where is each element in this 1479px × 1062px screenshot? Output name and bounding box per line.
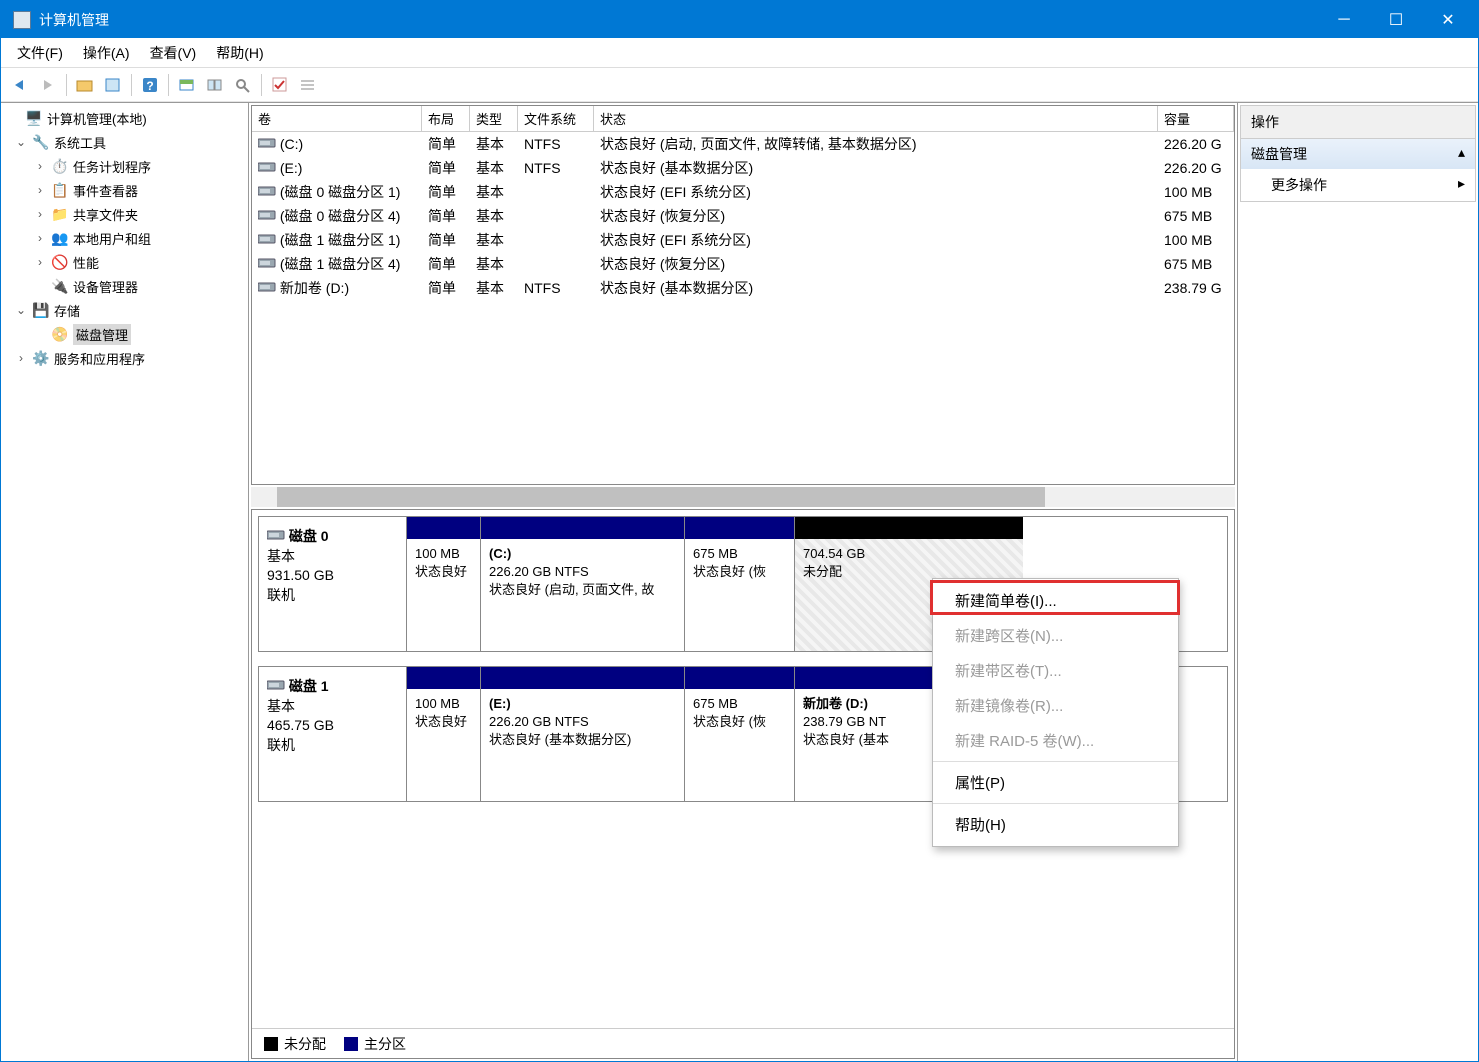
menu-properties[interactable]: 属性(P) — [933, 765, 1178, 800]
back-button[interactable] — [7, 72, 33, 98]
menu-view[interactable]: 查看(V) — [140, 40, 207, 66]
menu-action[interactable]: 操作(A) — [73, 40, 140, 66]
volume-list-header: 卷 布局 类型 文件系统 状态 容量 — [252, 106, 1234, 132]
tree-local-users[interactable]: ›👥本地用户和组 — [3, 226, 246, 250]
menu-new-striped-volume: 新建带区卷(T)... — [933, 653, 1178, 688]
titlebar: 计算机管理 ─ ☐ ✕ — [1, 1, 1478, 38]
drive-icon — [258, 185, 276, 197]
window-title: 计算机管理 — [39, 10, 1318, 30]
tree-shared-folders[interactable]: ›📁共享文件夹 — [3, 202, 246, 226]
app-icon — [13, 11, 31, 29]
actions-panel: 操作 磁盘管理▴ 更多操作▸ — [1238, 103, 1478, 1061]
drive-icon — [258, 281, 276, 293]
close-button[interactable]: ✕ — [1422, 1, 1474, 38]
menu-help[interactable]: 帮助(H) — [933, 807, 1178, 842]
tree-task-scheduler[interactable]: ›⏱️任务计划程序 — [3, 154, 246, 178]
tree-performance[interactable]: ›🚫性能 — [3, 250, 246, 274]
menu-help[interactable]: 帮助(H) — [206, 40, 273, 66]
drive-icon — [267, 678, 285, 694]
partition[interactable]: 675 MB状态良好 (恢 — [685, 667, 795, 801]
col-filesystem[interactable]: 文件系统 — [518, 106, 594, 131]
col-capacity[interactable]: 容量 — [1158, 106, 1234, 131]
body: 🖥️计算机管理(本地) ⌄🔧系统工具 ›⏱️任务计划程序 ›📋事件查看器 ›📁共… — [1, 102, 1478, 1061]
list-icon[interactable] — [295, 72, 321, 98]
volume-row[interactable]: (E:)简单基本NTFS状态良好 (基本数据分区)226.20 G — [252, 156, 1234, 180]
col-status[interactable]: 状态 — [594, 106, 1158, 131]
menubar: 文件(F) 操作(A) 查看(V) 帮助(H) — [1, 38, 1478, 68]
drive-icon — [258, 209, 276, 221]
maximize-button[interactable]: ☐ — [1370, 1, 1422, 38]
volume-row[interactable]: (磁盘 0 磁盘分区 1)简单基本状态良好 (EFI 系统分区)100 MB — [252, 180, 1234, 204]
svg-text:?: ? — [146, 79, 153, 93]
menu-file[interactable]: 文件(F) — [7, 40, 73, 66]
drive-icon — [258, 161, 276, 173]
view1-icon[interactable] — [174, 72, 200, 98]
folder-icon[interactable] — [72, 72, 98, 98]
partition[interactable]: (E:)226.20 GB NTFS状态良好 (基本数据分区) — [481, 667, 685, 801]
volume-row[interactable]: (磁盘 1 磁盘分区 1)简单基本状态良好 (EFI 系统分区)100 MB — [252, 228, 1234, 252]
search-icon[interactable] — [230, 72, 256, 98]
tree-services-apps[interactable]: ›⚙️服务和应用程序 — [3, 346, 246, 370]
menu-new-mirrored-volume: 新建镜像卷(R)... — [933, 688, 1178, 723]
volume-row[interactable]: (C:)简单基本NTFS状态良好 (启动, 页面文件, 故障转储, 基本数据分区… — [252, 132, 1234, 156]
disk-info[interactable]: 磁盘 1基本465.75 GB联机 — [258, 666, 406, 802]
help-icon[interactable]: ? — [137, 72, 163, 98]
tree-event-viewer[interactable]: ›📋事件查看器 — [3, 178, 246, 202]
menu-new-simple-volume[interactable]: 新建简单卷(I)... — [933, 583, 1178, 618]
partition[interactable]: 100 MB状态良好 — [407, 667, 481, 801]
actions-more[interactable]: 更多操作▸ — [1240, 169, 1476, 202]
toolbar: ? — [1, 68, 1478, 102]
scroll-thumb[interactable] — [277, 487, 1045, 507]
forward-button[interactable] — [35, 72, 61, 98]
partition[interactable]: (C:)226.20 GB NTFS状态良好 (启动, 页面文件, 故 — [481, 517, 685, 651]
chevron-right-icon: ▸ — [1458, 175, 1465, 195]
drive-icon — [258, 137, 276, 149]
volume-row[interactable]: (磁盘 0 磁盘分区 4)简单基本状态良好 (恢复分区)675 MB — [252, 204, 1234, 228]
legend: 未分配 主分区 — [252, 1028, 1234, 1058]
tree-root[interactable]: 🖥️计算机管理(本地) — [3, 106, 246, 130]
check-icon[interactable] — [267, 72, 293, 98]
actions-section[interactable]: 磁盘管理▴ — [1240, 139, 1476, 169]
legend-primary: 主分区 — [344, 1034, 406, 1054]
horizontal-scrollbar[interactable] — [251, 487, 1235, 507]
app-window: 计算机管理 ─ ☐ ✕ 文件(F) 操作(A) 查看(V) 帮助(H) ? 🖥️… — [0, 0, 1479, 1062]
partition[interactable]: 100 MB状态良好 — [407, 517, 481, 651]
tree-disk-management[interactable]: 📀磁盘管理 — [3, 322, 246, 346]
drive-icon — [267, 528, 285, 544]
minimize-button[interactable]: ─ — [1318, 1, 1370, 38]
tree-system-tools[interactable]: ⌄🔧系统工具 — [3, 130, 246, 154]
view2-icon[interactable] — [202, 72, 228, 98]
collapse-icon: ▴ — [1458, 144, 1465, 164]
legend-unallocated: 未分配 — [264, 1034, 326, 1054]
menu-new-spanned-volume: 新建跨区卷(N)... — [933, 618, 1178, 653]
partition[interactable]: 675 MB状态良好 (恢 — [685, 517, 795, 651]
properties-icon[interactable] — [100, 72, 126, 98]
tree-device-manager[interactable]: 🔌设备管理器 — [3, 274, 246, 298]
tree-storage[interactable]: ⌄💾存储 — [3, 298, 246, 322]
disk-info[interactable]: 磁盘 0基本931.50 GB联机 — [258, 516, 406, 652]
volume-list[interactable]: 卷 布局 类型 文件系统 状态 容量 (C:)简单基本NTFS状态良好 (启动,… — [251, 105, 1235, 485]
col-volume[interactable]: 卷 — [252, 106, 422, 131]
drive-icon — [258, 257, 276, 269]
volume-row[interactable]: (磁盘 1 磁盘分区 4)简单基本状态良好 (恢复分区)675 MB — [252, 252, 1234, 276]
volume-row[interactable]: 新加卷 (D:)简单基本NTFS状态良好 (基本数据分区)238.79 G — [252, 276, 1234, 300]
menu-new-raid5-volume: 新建 RAID-5 卷(W)... — [933, 723, 1178, 758]
drive-icon — [258, 233, 276, 245]
nav-tree[interactable]: 🖥️计算机管理(本地) ⌄🔧系统工具 ›⏱️任务计划程序 ›📋事件查看器 ›📁共… — [1, 103, 249, 1061]
actions-header: 操作 — [1240, 105, 1476, 139]
col-layout[interactable]: 布局 — [422, 106, 470, 131]
window-controls: ─ ☐ ✕ — [1318, 1, 1474, 38]
context-menu: 新建简单卷(I)... 新建跨区卷(N)... 新建带区卷(T)... 新建镜像… — [932, 578, 1179, 847]
volume-rows: (C:)简单基本NTFS状态良好 (启动, 页面文件, 故障转储, 基本数据分区… — [252, 132, 1234, 300]
col-type[interactable]: 类型 — [470, 106, 518, 131]
